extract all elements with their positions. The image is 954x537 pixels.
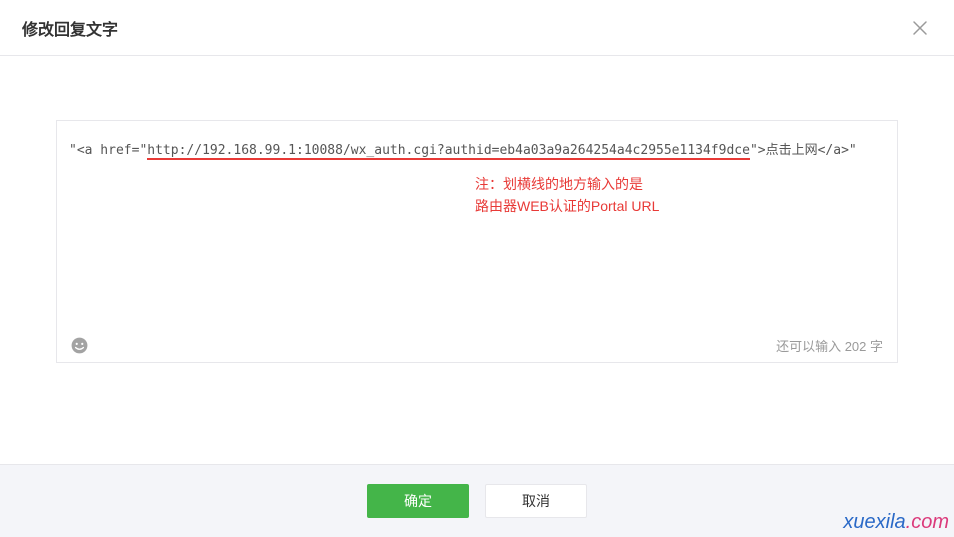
ok-button[interactable]: 确定 xyxy=(367,484,469,518)
annotation-line1: 注：划横线的地方输入的是 xyxy=(475,174,659,196)
close-icon xyxy=(911,19,929,37)
emoji-icon xyxy=(70,336,89,355)
watermark-part1: xuexila xyxy=(843,511,905,533)
editor-content: "<a href="http://192.168.99.1:10088/wx_a… xyxy=(69,141,885,161)
emoji-button[interactable] xyxy=(69,335,89,355)
html-suffix: ">点击上网</a>" xyxy=(750,143,857,158)
modal-header: 修改回复文字 xyxy=(0,0,954,56)
editor-container: "<a href="http://192.168.99.1:10088/wx_a… xyxy=(56,120,898,363)
modal-edit-reply-text: 修改回复文字 "<a href="http://192.168.99.1:100… xyxy=(0,0,954,537)
text-editor[interactable]: "<a href="http://192.168.99.1:10088/wx_a… xyxy=(57,121,897,330)
modal-footer: 确定 取消 xyxy=(0,464,954,537)
modal-title: 修改回复文字 xyxy=(22,16,118,40)
char-counter: 还可以输入 202 字 xyxy=(776,336,883,355)
cancel-button[interactable]: 取消 xyxy=(485,484,587,518)
annotation-note: 注：划横线的地方输入的是 路由器WEB认证的Portal URL xyxy=(475,174,659,217)
html-prefix: "<a href=" xyxy=(69,143,147,158)
underlined-url: http://192.168.99.1:10088/wx_auth.cgi?au… xyxy=(147,143,750,160)
watermark-part2: .com xyxy=(906,511,949,533)
modal-body: "<a href="http://192.168.99.1:10088/wx_a… xyxy=(0,56,954,464)
annotation-line2: 路由器WEB认证的Portal URL xyxy=(475,196,659,218)
close-button[interactable] xyxy=(908,16,932,40)
editor-toolbar: 还可以输入 202 字 xyxy=(57,330,897,362)
watermark: xuexila.com xyxy=(843,511,949,534)
